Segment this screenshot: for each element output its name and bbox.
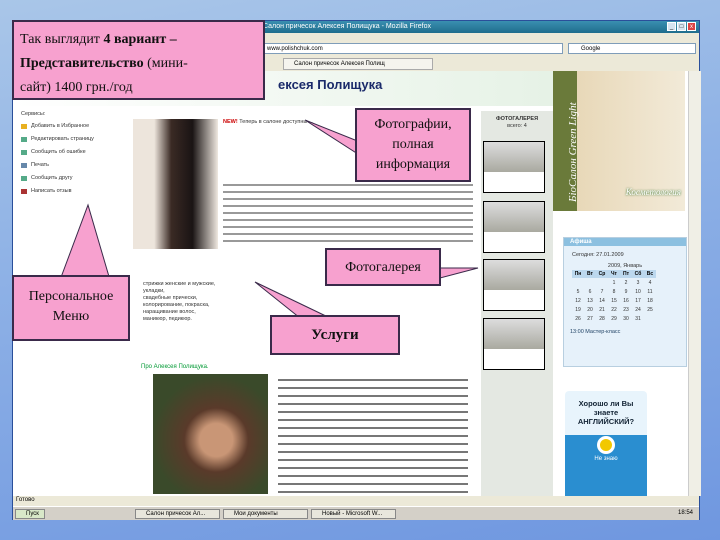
callout-photos: Фотографии, полная информация: [355, 108, 471, 182]
callout-services: Услуги: [270, 315, 400, 355]
caption-box: Так выглядит 4 вариант – Представительств…: [12, 20, 265, 100]
callout-menu: Персональное Меню: [12, 275, 130, 341]
callout-gallery: Фотогалерея: [325, 248, 441, 286]
